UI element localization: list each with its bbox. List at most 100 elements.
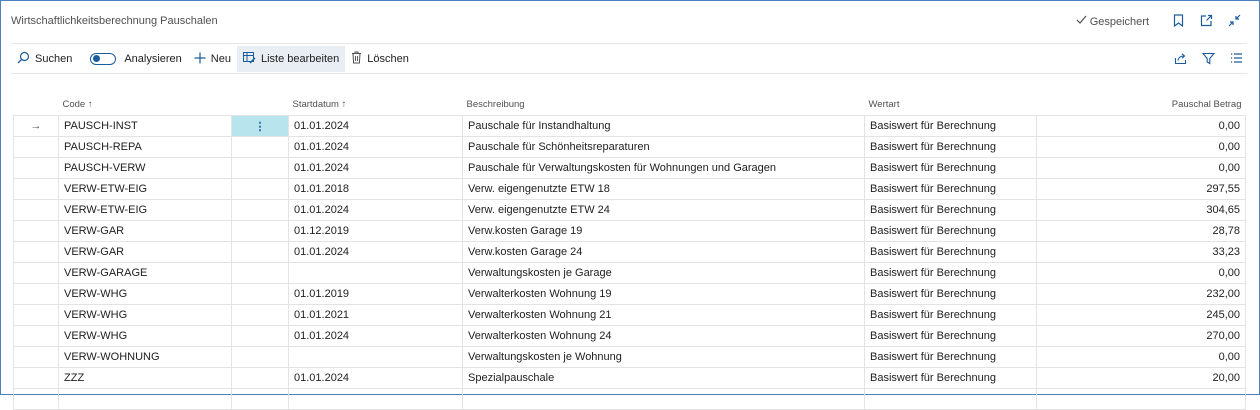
cell-code[interactable]: VERW-GAR	[58, 220, 232, 242]
cell-startdate[interactable]	[288, 262, 463, 284]
table-row[interactable]: → PAUSCH-INST ⋮ 01.01.2024 Pauschale für Ins…	[13, 115, 1246, 137]
cell-amount[interactable]: 0,00	[1036, 136, 1246, 158]
row-actions-button[interactable]	[231, 136, 289, 158]
cell-description[interactable]: Verw. eigengenutzte ETW 24	[462, 199, 865, 221]
cell-valuetype[interactable]: Basiswert für Berechnung	[864, 136, 1037, 158]
table-row[interactable]: VERW-WOHNUNG Verwaltungskosten je Wohnung…	[13, 346, 1246, 368]
table-row[interactable]: VERW-GAR 01.12.2019 Verw.kosten Garage 19 B…	[13, 220, 1246, 242]
row-actions-button[interactable]	[231, 283, 289, 305]
cell-valuetype[interactable]: Basiswert für Berechnung	[864, 178, 1037, 200]
column-header-valuetype[interactable]: Wertart	[865, 93, 1037, 116]
cell-startdate[interactable]: 01.01.2018	[288, 178, 463, 200]
table-row[interactable]: VERW-ETW-EIG 01.01.2018 Verw. eigengenutzt…	[13, 178, 1246, 200]
cell-amount[interactable]: 0,00	[1036, 157, 1246, 179]
row-actions-button[interactable]	[231, 388, 289, 410]
cell-valuetype[interactable]: Basiswert für Berechnung	[864, 325, 1037, 347]
column-header-startdate[interactable]: Startdatum ↑	[289, 93, 463, 116]
cell-valuetype[interactable]: Basiswert für Berechnung	[864, 346, 1037, 368]
cell-amount[interactable]: 0,00	[1036, 115, 1246, 137]
cell-description[interactable]: Verw.kosten Garage 19	[462, 220, 865, 242]
cell-valuetype[interactable]: Basiswert für Berechnung	[864, 220, 1037, 242]
cell-code[interactable]: VERW-WOHNUNG	[58, 346, 232, 368]
cell-amount[interactable]	[1036, 388, 1246, 410]
cell-amount[interactable]: 245,00	[1036, 304, 1246, 326]
cell-amount[interactable]: 232,00	[1036, 283, 1246, 305]
filter-icon[interactable]	[1201, 51, 1215, 65]
cell-description[interactable]	[462, 388, 865, 410]
open-new-window-icon[interactable]	[1199, 13, 1213, 27]
cell-valuetype[interactable]	[864, 388, 1037, 410]
cell-code[interactable]	[58, 388, 232, 410]
column-header-code[interactable]: Code ↑	[59, 93, 232, 116]
table-row[interactable]	[13, 388, 1246, 410]
delete-button[interactable]: Löschen	[345, 46, 415, 72]
cell-code[interactable]: PAUSCH-INST	[58, 115, 232, 137]
cell-amount[interactable]: 0,00	[1036, 262, 1246, 284]
cell-description[interactable]: Verwalterkosten Wohnung 19	[462, 283, 865, 305]
cell-code[interactable]: PAUSCH-VERW	[58, 157, 232, 179]
table-row[interactable]: VERW-GAR 01.01.2024 Verw.kosten Garage 24 B…	[13, 241, 1246, 263]
cell-code[interactable]: VERW-WHG	[58, 304, 232, 326]
cell-description[interactable]: Verwalterkosten Wohnung 21	[462, 304, 865, 326]
cell-description[interactable]: Verwaltungskosten je Wohnung	[462, 346, 865, 368]
cell-amount[interactable]: 28,78	[1036, 220, 1246, 242]
row-actions-button[interactable]	[231, 325, 289, 347]
cell-startdate[interactable]: 01.01.2024	[288, 241, 463, 263]
cell-amount[interactable]: 0,00	[1036, 346, 1246, 368]
cell-code[interactable]: VERW-ETW-EIG	[58, 199, 232, 221]
cell-startdate[interactable]: 01.01.2024	[288, 367, 463, 389]
new-button[interactable]: Neu	[188, 46, 237, 72]
row-actions-button[interactable]	[231, 304, 289, 326]
table-row[interactable]: VERW-ETW-EIG 01.01.2024 Verw. eigengenutzt…	[13, 199, 1246, 221]
cell-startdate[interactable]: 01.01.2021	[288, 304, 463, 326]
cell-valuetype[interactable]: Basiswert für Berechnung	[864, 199, 1037, 221]
search-button[interactable]: Suchen	[11, 46, 78, 72]
cell-description[interactable]: Verw.kosten Garage 24	[462, 241, 865, 263]
row-actions-button[interactable]	[231, 241, 289, 263]
cell-startdate[interactable]	[288, 388, 463, 410]
cell-valuetype[interactable]: Basiswert für Berechnung	[864, 283, 1037, 305]
cell-description[interactable]: Verwalterkosten Wohnung 24	[462, 325, 865, 347]
table-row[interactable]: PAUSCH-REPA 01.01.2024 Pauschale für Schön…	[13, 136, 1246, 158]
column-header-description[interactable]: Beschreibung	[463, 93, 865, 116]
cell-amount[interactable]: 20,00	[1036, 367, 1246, 389]
cell-code[interactable]: VERW-ETW-EIG	[58, 178, 232, 200]
cell-amount[interactable]: 33,23	[1036, 241, 1246, 263]
share-icon[interactable]	[1173, 51, 1187, 65]
cell-code[interactable]: ZZZ	[58, 367, 232, 389]
cell-startdate[interactable]: 01.01.2024	[288, 115, 463, 137]
table-row[interactable]: VERW-GARAGE Verwaltungskosten je Garage Ba…	[13, 262, 1246, 284]
cell-description[interactable]: Verw. eigengenutzte ETW 18	[462, 178, 865, 200]
cell-startdate[interactable]: 01.01.2019	[288, 283, 463, 305]
cell-code[interactable]: VERW-WHG	[58, 325, 232, 347]
cell-valuetype[interactable]: Basiswert für Berechnung	[864, 304, 1037, 326]
table-row[interactable]: VERW-WHG 01.01.2019 Verwalterkosten Wohnun…	[13, 283, 1246, 305]
cell-valuetype[interactable]: Basiswert für Berechnung	[864, 115, 1037, 137]
row-actions-button[interactable]	[231, 157, 289, 179]
cell-description[interactable]: Verwaltungskosten je Garage	[462, 262, 865, 284]
cell-code[interactable]: VERW-WHG	[58, 283, 232, 305]
cell-description[interactable]: Pauschale für Schönheitsreparaturen	[462, 136, 865, 158]
cell-amount[interactable]: 270,00	[1036, 325, 1246, 347]
row-actions-button[interactable]	[231, 367, 289, 389]
cell-description[interactable]: Spezialpauschale	[462, 367, 865, 389]
row-actions-button[interactable]	[231, 220, 289, 242]
toggle-switch[interactable]	[90, 53, 117, 65]
cell-startdate[interactable]	[288, 346, 463, 368]
cell-description[interactable]: Pauschale für Instandhaltung	[462, 115, 865, 137]
row-actions-button[interactable]	[231, 178, 289, 200]
cell-amount[interactable]: 304,65	[1036, 199, 1246, 221]
analyze-toggle[interactable]: Analysieren	[84, 46, 187, 72]
row-actions-button[interactable]	[231, 346, 289, 368]
cell-startdate[interactable]: 01.01.2024	[288, 136, 463, 158]
cell-startdate[interactable]: 01.01.2024	[288, 157, 463, 179]
cell-description[interactable]: Pauschale für Verwaltungskosten für Wohn…	[462, 157, 865, 179]
cell-amount[interactable]: 297,55	[1036, 178, 1246, 200]
cell-valuetype[interactable]: Basiswert für Berechnung	[864, 241, 1037, 263]
cell-startdate[interactable]: 01.12.2019	[288, 220, 463, 242]
cell-code[interactable]: PAUSCH-REPA	[58, 136, 232, 158]
cell-valuetype[interactable]: Basiswert für Berechnung	[864, 367, 1037, 389]
table-row[interactable]: VERW-WHG 01.01.2021 Verwalterkosten Wohnun…	[13, 304, 1246, 326]
cell-valuetype[interactable]: Basiswert für Berechnung	[864, 157, 1037, 179]
cell-code[interactable]: VERW-GAR	[58, 241, 232, 263]
